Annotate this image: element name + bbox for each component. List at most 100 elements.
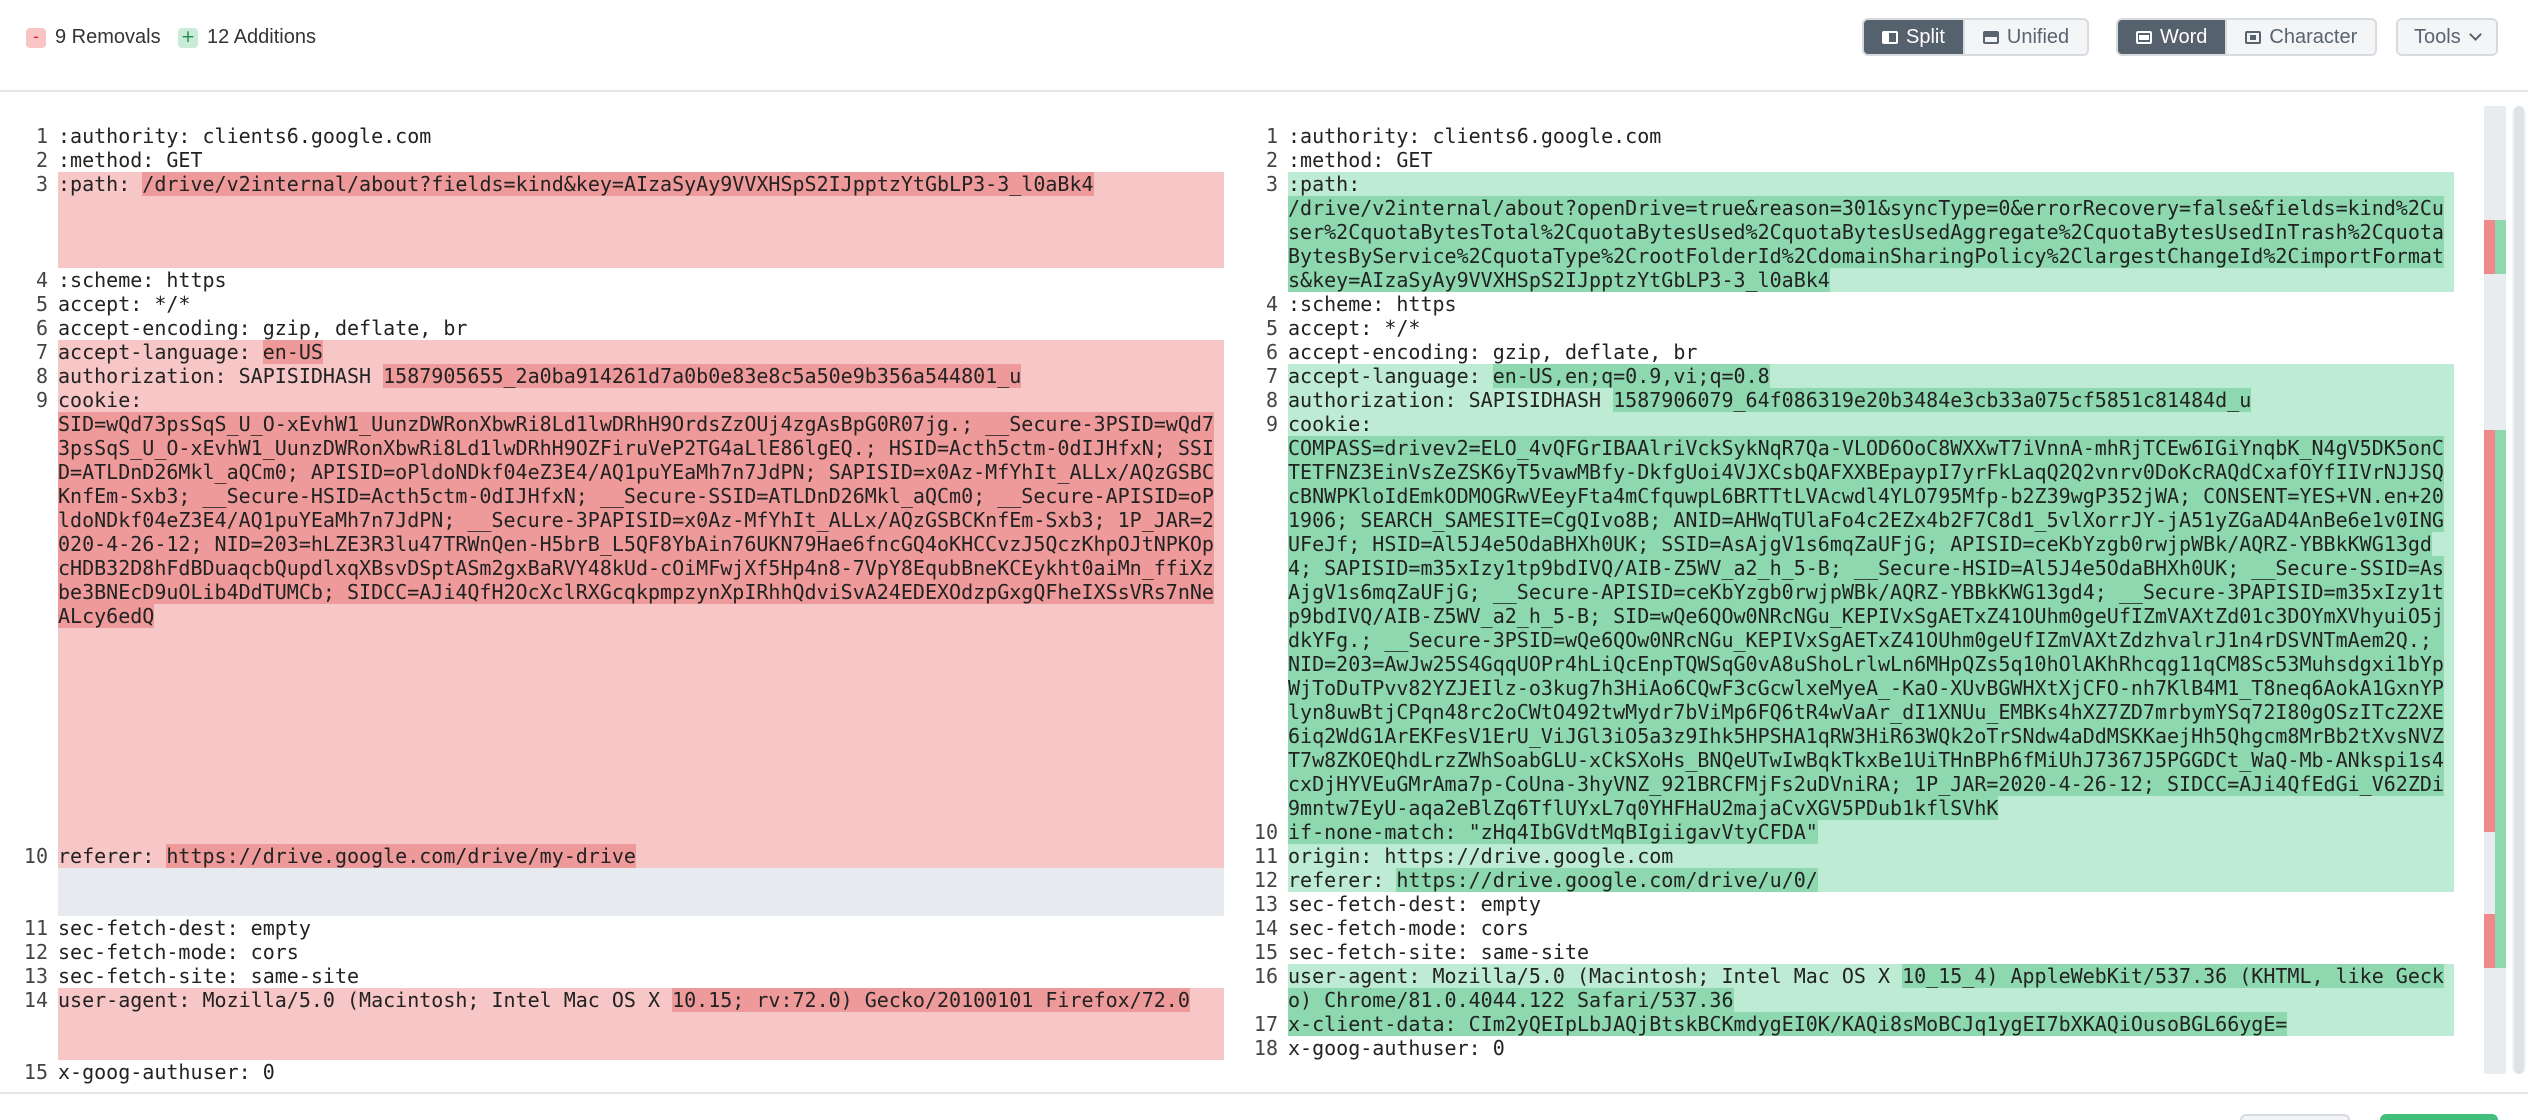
diff-line: 6 accept-encoding: gzip, deflate, br [0,316,1226,340]
line-content: x-goog-authuser: 0 [1288,1036,2454,1060]
line-text: user-agent: Mozilla/5.0 (Macintosh; Inte… [58,988,673,1012]
removed-text: https://drive.google.com/drive/my-drive [166,844,636,868]
diff-line: 4:scheme: https [0,268,1226,292]
removed-text: 10.15; rv:72.0) Gecko/20100101 Firefox/7… [672,988,1190,1012]
line-text: :method: GET [1288,148,1433,172]
diff-spacer [58,1012,1224,1060]
line-content: :path: [1288,172,2454,196]
line-content: sec-fetch-site: same-site [1288,940,2454,964]
view-mode-toggle: Split Unified [1862,18,2090,56]
line-text: accept-language: [1288,364,1493,388]
diff-line: 5 accept: */* [1230,316,2456,340]
split-view-label: Split [1906,25,1945,48]
removed-text: en-US [262,340,323,364]
removed-text: /drive/v2internal/about?fields=kind&key=… [142,172,1094,196]
diff-spacer [58,196,1224,268]
line-number: 5 [1265,316,1278,340]
line-text: :authority: clients6.google.com [58,124,432,148]
unified-view-button[interactable]: Unified [1964,20,2088,54]
line-content: accept: */* [1288,316,2454,340]
diff-line: 17 x-client-data: CIm2yQEIpLbJAQjBtskBCKm… [1230,1012,2456,1036]
line-number: 14 [23,988,48,1012]
line-content: accept-language: en-US [58,340,1224,364]
line-number: 11 [1253,844,1278,868]
diff-line: 11 origin: https://drive.google.com [1230,844,2456,868]
line-content: sec-fetch-mode: cors [58,940,1224,964]
line-text: referer: [1288,868,1397,892]
line-text: :method: GET [58,148,203,172]
additions-label: 12 Additions [207,26,316,48]
diff-line: 10 if-none-match: "zHq4IbGVdtMqBIgiigavVt… [1230,820,2456,844]
line-content: user-agent: Mozilla/5.0 (Macintosh; Inte… [1288,964,2454,1012]
line-content: accept-encoding: gzip, deflate, br [1288,340,2454,364]
line-number: 12 [1253,868,1278,892]
line-number: 13 [1253,892,1278,916]
line-text: cookie: [58,388,143,412]
line-number: 9 [35,388,48,412]
added-text: x-client-data: CIm2yQEIpLbJAQjBtskBCKmdy… [1288,1012,2288,1036]
line-number: 13 [23,964,48,988]
unified-view-icon [1982,30,1999,44]
line-number: 18 [1253,1036,1278,1060]
line-text: accept: */* [58,292,191,316]
diff-line: 11 sec-fetch-dest: empty [0,916,1226,940]
line-content: /drive/v2internal/about?openDrive=true&r… [1288,196,2454,292]
unified-view-label: Unified [2006,25,2070,48]
line-content: accept: */* [58,292,1224,316]
diff-line: 15 x-goog-authuser: 0 [0,1060,1226,1084]
character-diff-button[interactable]: Character [2227,20,2376,54]
diff-line: 1:authority: clients6.google.com [1230,124,2456,148]
diff-line: 2:method: GET [0,148,1226,172]
added-text: https://drive.google.com/drive/u/0/ [1396,868,1818,892]
line-content: sec-fetch-site: same-site [58,964,1224,988]
diff-line: 6 accept-encoding: gzip, deflate, br [1230,340,2456,364]
diff-line: 14 user-agent: Mozilla/5.0 (Macintosh; In… [0,988,1226,1012]
diff-line: COMPASS=drivev2=ELO_4vQFGrIBAAlriVckSykN… [1230,436,2456,820]
line-number: 4 [35,268,48,292]
diff-line: 10 referer: https://drive.google.com/driv… [0,844,1226,868]
line-content: origin: https://drive.google.com [1288,844,2454,868]
vertical-scrollbar[interactable] [2512,106,2526,1074]
line-text: origin: https://drive.google.com [1288,844,1674,868]
split-view-button[interactable]: Split [1864,20,1965,54]
line-number: 1 [1265,124,1278,148]
diff-line: SID=wQd73psSqS_U_O-xEvhW1_UunzDWRonXbwRi… [0,412,1226,628]
line-text: accept: */* [1288,316,1421,340]
line-text: user-agent: Mozilla/5.0 (Macintosh; Inte… [1288,964,1903,988]
diff-line: 13 sec-fetch-site: same-site [0,964,1226,988]
diff-line: 4:scheme: https [1230,292,2456,316]
word-diff-icon [2136,30,2152,44]
changed-pane[interactable]: 1:authority: clients6.google.com 2:method… [1230,124,2456,1060]
diff-line: 9 cookie: [1230,412,2456,436]
line-number: 11 [23,916,48,940]
line-content: :method: GET [1288,148,2454,172]
line-content: accept-language: en-US,en;q=0.9,vi;q=0.8 [1288,364,2454,388]
primary-action-button[interactable] [2380,1114,2498,1120]
tools-label: Tools [2414,25,2461,48]
line-content: referer: https://drive.google.com/drive/… [1288,868,2454,892]
diff-line: 8 authorization: SAPISIDHASH 1587905655_2… [0,364,1226,388]
minimap-addition-marker [2495,914,2506,968]
word-diff-button[interactable]: Word [2118,20,2228,54]
line-number: 1 [35,124,48,148]
line-number: 17 [1253,1012,1278,1036]
secondary-action-button[interactable] [2240,1114,2350,1120]
diff-minimap[interactable] [2484,106,2506,1074]
diff-line: 7 accept-language: en-US,en;q=0.9,vi;q=0.… [1230,364,2456,388]
word-diff-label: Word [2160,25,2208,48]
line-text: x-goog-authuser: 0 [1288,1036,1505,1060]
original-pane[interactable]: 1 :authority: clients6.google.com 2:method… [0,124,1226,1084]
minimap-removal-marker [2484,430,2495,832]
line-content: :authority: clients6.google.com [58,124,1224,148]
line-number: 7 [1265,364,1278,388]
tools-dropdown[interactable]: Tools [2396,18,2498,56]
diff-line: /drive/v2internal/about?openDrive=true&r… [1230,196,2456,292]
character-diff-label: Character [2269,25,2358,48]
diff-spacer [58,868,1224,916]
diff-line: 7 accept-language: en-US [0,340,1226,364]
line-text: sec-fetch-dest: empty [1288,892,1541,916]
diff-toolbar: - 9 Removals + 12 Additions Split Unifie… [0,0,2528,92]
line-text: sec-fetch-site: same-site [58,964,360,988]
line-text: authorization: SAPISIDHASH [58,364,384,388]
scrollbar-thumb[interactable] [2514,106,2524,1074]
